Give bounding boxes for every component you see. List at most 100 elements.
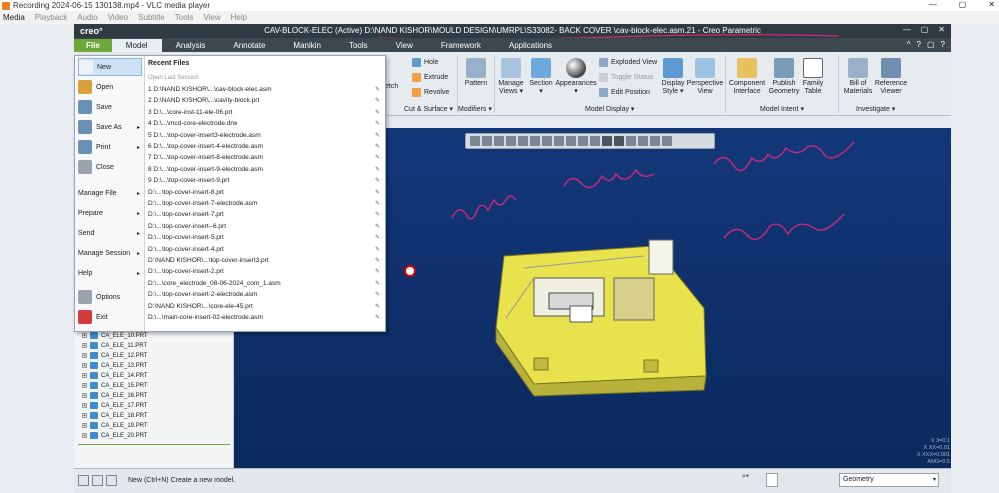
minimize-ribbon-icon[interactable]: ^	[907, 40, 911, 49]
file-menu-new[interactable]: New	[78, 58, 142, 76]
file-menu-open[interactable]: Open	[78, 78, 142, 96]
expand-icon[interactable]: +	[82, 393, 87, 399]
tab-tools[interactable]: Tools	[335, 39, 382, 52]
creo-close-button[interactable]: ✕	[938, 25, 945, 34]
perspective-icon[interactable]	[554, 136, 564, 146]
zoom-in-icon[interactable]	[482, 136, 492, 146]
pause-icon[interactable]	[650, 136, 660, 146]
pin-icon[interactable]: ✎	[375, 200, 380, 207]
pin-icon[interactable]: ✎	[375, 234, 380, 241]
bill-of-materials-button[interactable]: Bill of Materials	[842, 58, 874, 96]
file-menu-save-as[interactable]: Save As ▸	[78, 118, 142, 136]
recent-file-item[interactable]: 7 D:\...\top-cover-insert-8-electrode.as…	[148, 154, 380, 161]
pin-icon[interactable]: ✎	[375, 177, 380, 184]
recent-file-item[interactable]: 2 D:\NAND KISHOR\...\cavity-block.prt ✎	[148, 97, 380, 104]
point-display-icon[interactable]	[626, 136, 636, 146]
pin-icon[interactable]: ✎	[375, 109, 380, 116]
tab-annotate[interactable]: Annotate	[219, 39, 279, 52]
expand-icon[interactable]: +	[82, 363, 87, 369]
file-menu-send[interactable]: Send ▸	[78, 224, 142, 242]
minimize-button[interactable]: —	[929, 0, 937, 9]
publish-geometry-button[interactable]: Publish Geometry	[768, 58, 800, 96]
recent-file-item[interactable]: D:\...\main-core-insert-02-electrode.asm…	[148, 314, 380, 321]
section-icon[interactable]	[566, 136, 576, 146]
file-menu-exit[interactable]: Exit	[78, 308, 142, 326]
pin-icon[interactable]: ✎	[375, 303, 380, 310]
pin-icon[interactable]: ✎	[375, 291, 380, 298]
recent-file-item[interactable]: D:\NAND KISHOR\...\top-cover-insert3.prt…	[148, 257, 380, 264]
csys-display-icon[interactable]	[638, 136, 648, 146]
expand-icon[interactable]: +	[82, 343, 87, 349]
appearances-button[interactable]: Appearances ▾	[555, 58, 597, 96]
menu-playback[interactable]: Playback	[35, 13, 67, 22]
family-table-button[interactable]: Family Table	[801, 58, 825, 96]
hole-button[interactable]: Hole	[412, 58, 438, 67]
window-icon[interactable]: ▢	[927, 40, 935, 49]
recent-file-item[interactable]: D:\...\top-cover-insert-7-electrode.asm ✎	[148, 200, 380, 207]
selection-filter-dropdown[interactable]: Geometry ▾	[839, 473, 939, 487]
creo-minimize-button[interactable]: —	[903, 25, 911, 34]
tab-framework[interactable]: Framework	[427, 39, 495, 52]
tree-item[interactable]: + CA_ELE_18.PRT	[82, 412, 148, 419]
find-icon[interactable]: ⌕▾	[742, 473, 764, 487]
tab-model[interactable]: Model	[111, 39, 162, 52]
expand-icon[interactable]: +	[82, 413, 87, 419]
tab-file[interactable]: File	[74, 39, 112, 52]
tab-applications[interactable]: Applications	[495, 39, 566, 52]
edit-position-button[interactable]: Edit Position	[599, 88, 650, 97]
menu-media[interactable]: Media	[3, 13, 25, 22]
display-style-icon[interactable]	[518, 136, 528, 146]
recent-file-item[interactable]: 3 D:\...\core-inst-11-ele-06.prt ✎	[148, 109, 380, 116]
tree-item[interactable]: + CA_ELE_12.PRT	[82, 352, 148, 359]
tree-item[interactable]: + CA_ELE_14.PRT	[82, 372, 148, 379]
recent-file-item[interactable]: D:\...\top-cover-insert--6.prt ✎	[148, 223, 380, 230]
exploded-view-button[interactable]: Exploded View	[599, 58, 657, 67]
expand-icon[interactable]: +	[82, 373, 87, 379]
tree-item[interactable]: + CA_ELE_11.PRT	[82, 342, 147, 349]
recent-file-item[interactable]: D:\...\top-cover-insert-8.prt ✎	[148, 189, 380, 196]
file-menu-options[interactable]: Options	[78, 288, 142, 306]
menu-video[interactable]: Video	[108, 13, 128, 22]
file-menu-manage-file[interactable]: Manage File ▸	[78, 184, 142, 202]
hidden-line-icon[interactable]	[662, 136, 672, 146]
pin-icon[interactable]: ✎	[375, 211, 380, 218]
recent-file-item[interactable]: 8 D:\...\top-cover-insert-9-electrode.as…	[148, 166, 380, 173]
pin-icon[interactable]: ✎	[375, 223, 380, 230]
pin-icon[interactable]: ✎	[375, 143, 380, 150]
tree-item[interactable]: + CA_ELE_13.PRT	[82, 362, 148, 369]
tree-item[interactable]: + CA_ELE_10.PRT	[82, 332, 148, 339]
expand-icon[interactable]: +	[82, 423, 87, 429]
file-menu-save[interactable]: Save	[78, 98, 142, 116]
expand-icon[interactable]: +	[82, 353, 87, 359]
expand-icon[interactable]: +	[82, 403, 87, 409]
tab-manikin[interactable]: Manikin	[279, 39, 335, 52]
full-screen-icon[interactable]	[106, 475, 117, 486]
manage-views-button[interactable]: Manage Views ▾	[497, 58, 525, 96]
sketch-button[interactable]: etch	[385, 83, 398, 91]
recent-file-item[interactable]: D:\...\core_electrode_08-06-2024_com_1.a…	[148, 280, 380, 287]
file-menu-help[interactable]: Help ▸	[78, 264, 142, 282]
menu-subtitle[interactable]: Subtitle	[138, 13, 165, 22]
spin-center-icon[interactable]	[590, 136, 600, 146]
show-browser-icon[interactable]	[92, 475, 103, 486]
creo-maximize-button[interactable]: ▢	[921, 25, 929, 34]
revolve-button[interactable]: Revolve	[412, 88, 449, 97]
repaint-icon[interactable]	[506, 136, 516, 146]
reference-viewer-button[interactable]: Reference Viewer	[874, 58, 908, 96]
pin-icon[interactable]: ✎	[375, 280, 380, 287]
view-manager-icon[interactable]	[542, 136, 552, 146]
group-modifiers[interactable]: Modifiers ▾	[458, 105, 492, 113]
show-navigator-icon[interactable]	[78, 475, 89, 486]
tree-item[interactable]: + CA_ELE_15.PRT	[82, 382, 148, 389]
perspective-view-button[interactable]: Perspective View	[687, 58, 723, 96]
pin-icon[interactable]: ✎	[375, 120, 380, 127]
help-search-icon[interactable]: ?	[917, 40, 921, 49]
recent-file-item[interactable]: 9 D:\...\top-cover-insert-9.prt ✎	[148, 177, 380, 184]
pin-icon[interactable]: ✎	[375, 268, 380, 275]
file-menu-print[interactable]: Print ▸	[78, 138, 142, 156]
tab-analysis[interactable]: Analysis	[162, 39, 220, 52]
file-menu-manage-session[interactable]: Manage Session ▸	[78, 244, 142, 262]
section-button[interactable]: Section ▾	[528, 58, 554, 96]
help-icon[interactable]: ?	[941, 40, 945, 49]
open-last-session[interactable]: Open Last Session	[148, 75, 199, 81]
